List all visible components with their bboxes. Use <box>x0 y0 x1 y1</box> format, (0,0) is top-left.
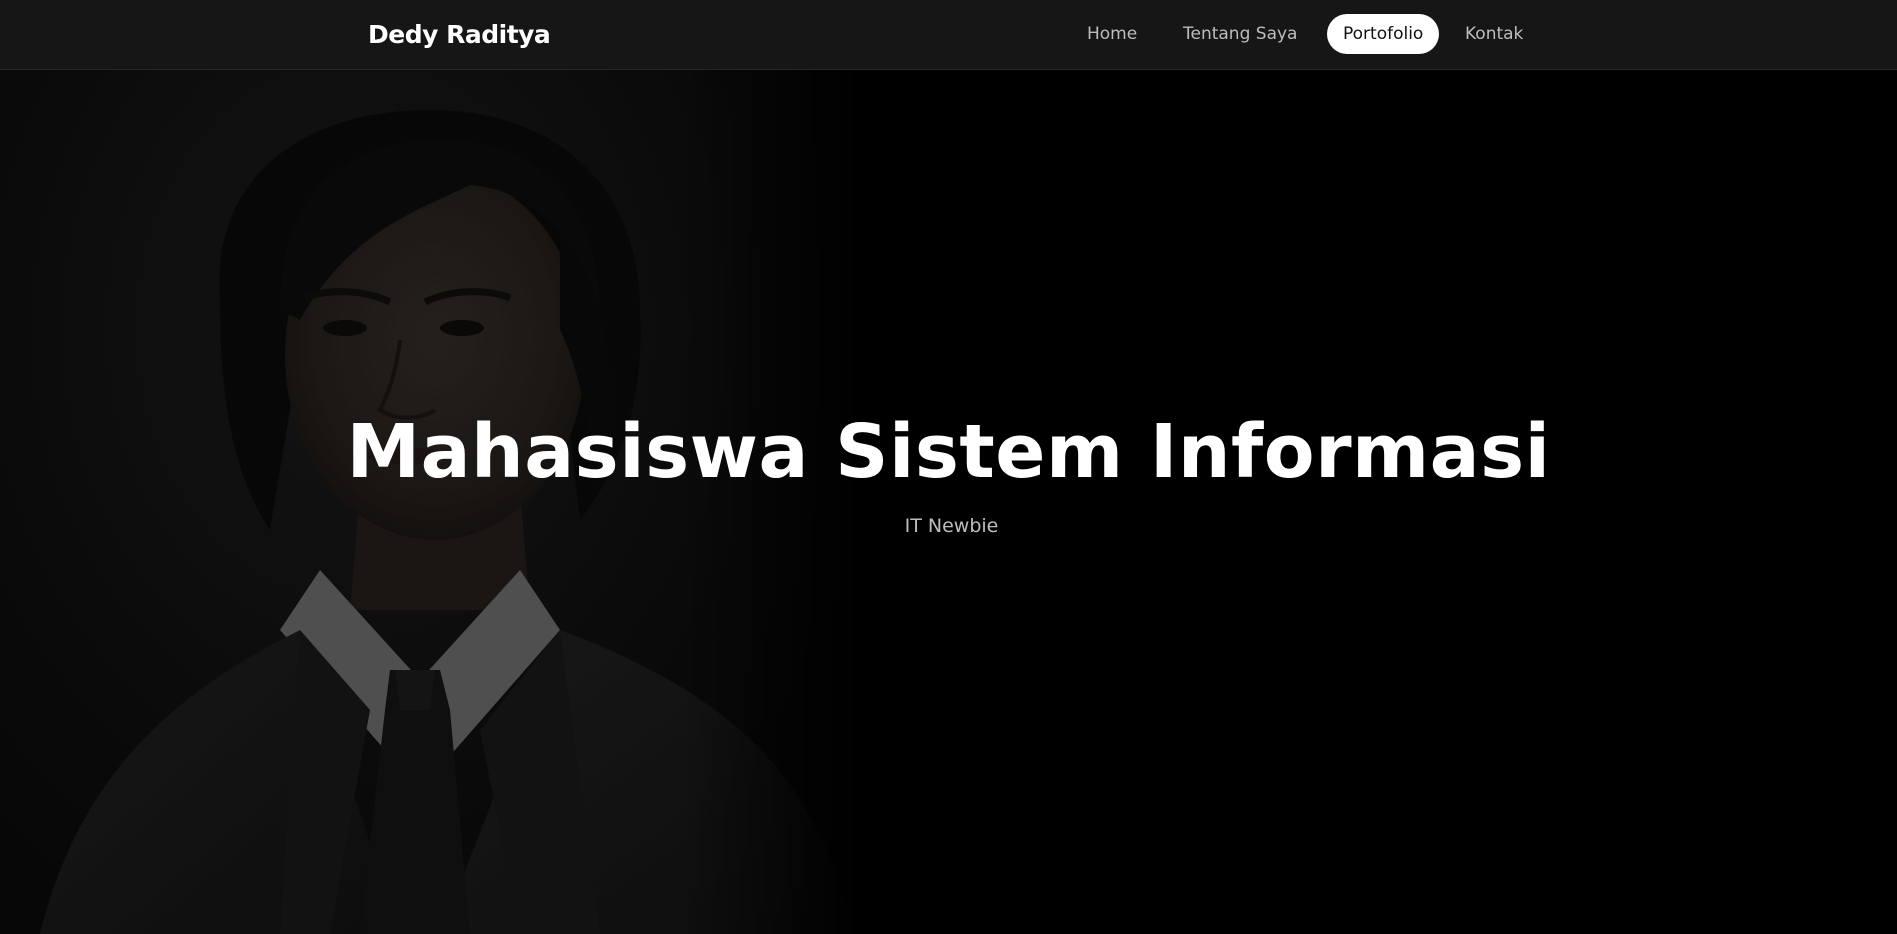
nav-link-home[interactable]: Home <box>1087 14 1137 54</box>
hero-section: Mahasiswa Sistem Informasi IT Newbie <box>0 70 1897 934</box>
nav-menu: Home Tentang Saya Portofolio Kontak <box>0 14 1897 54</box>
hero-portrait-image <box>0 70 852 934</box>
nav-link-portofolio[interactable]: Portofolio <box>1327 14 1440 54</box>
nav-link-kontak[interactable]: Kontak <box>1465 14 1523 54</box>
portrait-figure <box>0 70 852 934</box>
navbar: Dedy Raditya Home Tentang Saya Portofoli… <box>0 0 1897 70</box>
nav-link-tentang-saya[interactable]: Tentang Saya <box>1183 14 1297 54</box>
hero-title: Mahasiswa Sistem Informasi <box>346 409 1551 495</box>
hero-subtitle: IT Newbie <box>904 515 999 537</box>
